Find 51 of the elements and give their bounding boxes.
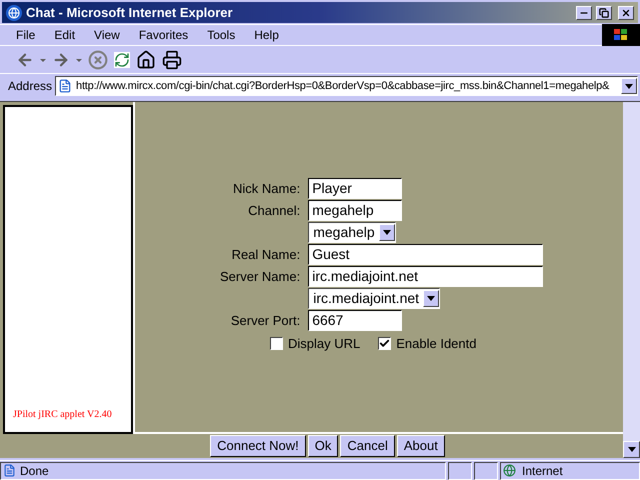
minimize-button[interactable] — [576, 6, 592, 20]
field-label: Nick Name: — [232, 180, 300, 198]
scrollbar[interactable] — [623, 102, 640, 458]
applet-button[interactable]: Connect Now! — [210, 435, 306, 457]
checkbox[interactable] — [270, 337, 283, 350]
restore-icon — [599, 8, 609, 18]
status-text: Done — [20, 462, 49, 480]
input-field[interactable]: Player — [308, 178, 402, 199]
field-label: Server Name: — [220, 268, 300, 286]
page-icon — [3, 464, 16, 477]
scroll-down-icon[interactable] — [623, 441, 640, 458]
menu-item[interactable]: Favorites — [138, 26, 188, 44]
globe-icon — [503, 464, 516, 477]
zone-text: Internet — [522, 462, 563, 480]
window-title: Chat - Microsoft Internet Explorer — [26, 4, 234, 22]
status-pane — [474, 462, 498, 480]
forward-icon[interactable] — [52, 51, 70, 69]
field-label: Server Port: — [230, 312, 300, 330]
applet-button[interactable]: Cancel — [340, 435, 395, 457]
menu-item[interactable]: File — [16, 26, 36, 44]
applet-button[interactable]: About — [396, 435, 445, 457]
page-icon — [58, 79, 72, 93]
address-label: Address — [8, 78, 52, 95]
input-field[interactable]: Guest — [308, 244, 544, 265]
refresh-icon[interactable] — [114, 52, 130, 68]
browser-logo-icon — [6, 4, 22, 20]
address-field[interactable]: http://www.mircx.com/cgi-bin/chat.cgi?BorderHsp=0&BorderVsp=0&cabbase=jirc_mss.bin&Channel1=megahelp& — [55, 76, 638, 96]
menu-item[interactable]: View — [94, 26, 120, 44]
applet-version: JPilot jIRC applet V2.40 — [13, 408, 112, 422]
close-button[interactable] — [618, 6, 634, 20]
menu-item[interactable]: Edit — [54, 26, 76, 44]
print-icon[interactable] — [162, 50, 182, 70]
checkbox-label: Display URL — [288, 335, 360, 353]
checkbox-label: Enable Identd — [396, 335, 476, 353]
dropdown[interactable]: megahelp — [308, 222, 396, 243]
back-icon[interactable] — [16, 51, 34, 69]
input-field[interactable]: megahelp — [308, 200, 402, 221]
close-icon — [621, 8, 631, 18]
checkbox[interactable] — [378, 337, 392, 350]
menu-item[interactable]: Help — [254, 26, 279, 44]
input-field[interactable]: irc.mediajoint.net — [308, 266, 544, 287]
input-field[interactable]: 6667 — [308, 310, 402, 331]
field-label: Channel: — [247, 202, 300, 220]
home-icon[interactable] — [136, 50, 156, 70]
field-label: Real Name: — [230, 246, 300, 264]
windows-logo-icon — [602, 24, 640, 46]
dropdown[interactable]: irc.mediajoint.net — [308, 288, 440, 309]
menu-item[interactable]: Tools — [207, 26, 236, 44]
restore-button[interactable] — [596, 6, 612, 20]
applet-button[interactable]: Ok — [308, 435, 338, 457]
status-pane — [448, 462, 472, 480]
